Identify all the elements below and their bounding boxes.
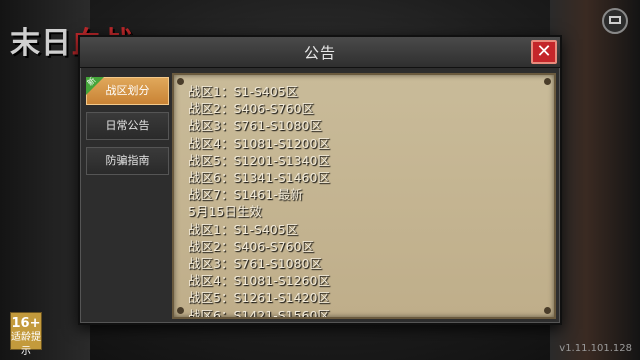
tab-label: 战区划分 <box>105 84 150 97</box>
announcement-text: 战区1：S1-S405区 战区2：S406-S760区 战区3：S761-S1080… <box>188 83 544 319</box>
announcement-content-panel[interactable]: 战区1：S1-S405区 战区2：S406-S760区 战区3：S761-S1080… <box>172 73 556 319</box>
announcement-line: 战区7：S1461-最新 <box>188 187 303 203</box>
announcement-line: 战区5：S1201-S1340区 <box>188 152 330 168</box>
age-rating-badge: 16+ 适龄提示 <box>10 312 42 357</box>
announcement-line: 战区5：S1261-S1420区 <box>188 290 330 306</box>
dialog-title-bar: 公告 ✕ <box>80 37 560 68</box>
corner-nail <box>544 307 551 314</box>
close-button[interactable]: ✕ <box>531 40 557 64</box>
announcement-line: 战区6：S1341-S1460区 <box>188 170 330 186</box>
age-rating-number: 16+ <box>11 316 41 331</box>
announcement-line: 战区6：S1421-S1560区 <box>188 307 330 319</box>
tab-list: 新 战区划分 日常公告 防骗指南 <box>86 76 169 182</box>
version-label: v1.11.101.128 <box>559 343 632 354</box>
announcement-line: 战区1：S1-S405区 <box>188 84 299 99</box>
announcement-line: 战区3：S761-S1080区 <box>188 256 323 272</box>
tab-label: 日常公告 <box>105 119 150 132</box>
background-right <box>550 0 640 360</box>
age-rating-text: 适龄提示 <box>11 332 41 357</box>
announcement-line: 战区3：S761-S1080区 <box>188 118 323 134</box>
tab-daily-notice[interactable]: 日常公告 <box>86 112 169 140</box>
dialog-title: 公告 <box>303 44 336 62</box>
announcement-line: 5月15日生效 <box>188 204 262 220</box>
corner-nail <box>544 78 551 85</box>
tab-anti-fraud-guide[interactable]: 防骗指南 <box>86 147 169 175</box>
game-logo-white-text: 末日 <box>10 26 72 61</box>
corner-nail <box>177 78 184 85</box>
tab-war-zones[interactable]: 新 战区划分 <box>86 76 169 105</box>
announcement-line: 战区4：S1081-S1200区 <box>188 135 330 151</box>
announcement-line: 战区4：S1081-S1260区 <box>188 273 330 289</box>
announcement-line: 战区1：S1-S405区 <box>188 221 299 237</box>
screen-icon[interactable] <box>602 8 628 34</box>
announcement-line: 战区2：S406-S760区 <box>188 238 315 254</box>
corner-nail <box>177 307 184 314</box>
tab-label: 防骗指南 <box>105 154 150 167</box>
announcement-dialog: 公告 ✕ 新 战区划分 日常公告 防骗指南 战区1：S1-S405区 战区2：S4… <box>78 35 562 325</box>
announcement-line: 战区2：S406-S760区 <box>188 101 315 117</box>
